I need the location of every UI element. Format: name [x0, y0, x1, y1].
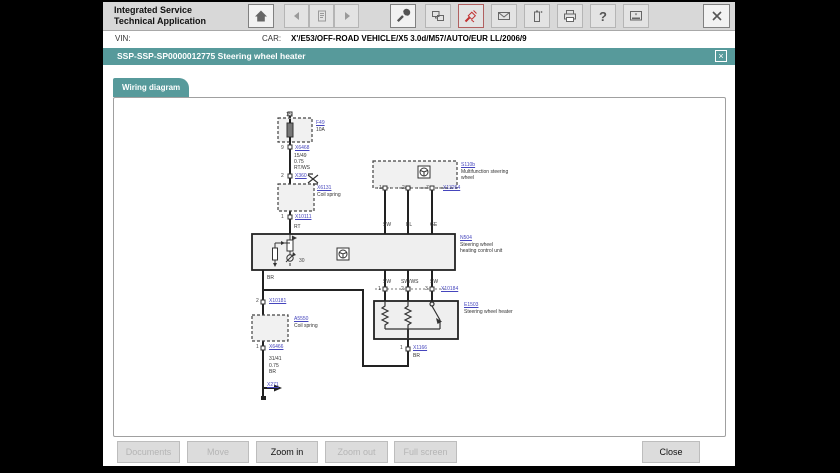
car-value: X'/E53/OFF-ROAD VEHICLE/X5 3.0d/M57/AUTO… — [291, 34, 527, 43]
close-app-button[interactable] — [703, 4, 730, 28]
wire-label: SW — [383, 222, 391, 228]
connector-link[interactable]: X6466 — [269, 344, 283, 350]
wire-label: BR — [269, 369, 276, 375]
home-button[interactable] — [248, 4, 274, 28]
printer-icon — [562, 8, 578, 24]
connection-icon — [430, 8, 446, 24]
heater-desc: Steering wheel heater — [464, 309, 513, 315]
fuse-top-pin: 15 — [286, 112, 292, 118]
close-button[interactable]: Close — [642, 441, 700, 463]
fuse-rating: 10A — [316, 127, 325, 133]
document-title-bar: SSP-SSP-SP0000012775 Steering wheel heat… — [103, 48, 735, 65]
full-screen-button: Full screen — [394, 441, 457, 463]
connector-link[interactable]: X360 — [295, 173, 307, 179]
display-button[interactable] — [623, 4, 649, 28]
pin-number: 2 — [401, 286, 404, 292]
wire-label: RT — [294, 224, 301, 230]
pin-number: 1 — [379, 185, 382, 191]
relay-pin-number: 30 — [299, 258, 305, 264]
vehicle-info-row: VIN: CAR: X'/E53/OFF-ROAD VEHICLE/X5 3.0… — [103, 31, 735, 47]
pin-number: 9 — [281, 145, 284, 151]
connector-link[interactable]: X10184 — [441, 286, 458, 292]
display-icon — [628, 8, 644, 24]
app-title-line1: Integrated Service — [114, 5, 192, 16]
break-label: Coil spring — [317, 192, 341, 198]
coil-spring-code-link[interactable]: A5550 — [294, 316, 308, 322]
back-button[interactable] — [284, 4, 309, 28]
document-close-button[interactable]: × — [715, 50, 727, 62]
break-connector-link[interactable]: X6131 — [317, 185, 331, 191]
wire-label: SW — [383, 279, 391, 285]
workshop-button[interactable] — [390, 4, 416, 28]
pin-number: 2 — [281, 173, 284, 179]
fuse-code-link[interactable]: F49 — [316, 120, 325, 126]
pin-number: 2 — [402, 185, 405, 191]
mfl-code-link[interactable]: S110b — [461, 162, 475, 168]
pin-number: 1 — [281, 214, 284, 220]
pin-number: 1 — [400, 345, 403, 351]
connector-link[interactable]: X1166 — [413, 345, 427, 351]
message-button[interactable] — [491, 4, 517, 28]
wire-label: GE — [430, 222, 437, 228]
forward-button[interactable] — [334, 4, 359, 28]
connection-button[interactable] — [425, 4, 451, 28]
control-unit-code-link[interactable]: N504 — [460, 235, 472, 241]
connection-error-icon — [463, 8, 479, 24]
wire-label: BR — [413, 353, 420, 359]
home-icon — [253, 8, 269, 24]
ground-link[interactable]: X271 — [267, 382, 279, 388]
car-label: CAR: — [262, 34, 281, 43]
pin-number: 1 — [378, 286, 381, 292]
wire-label: BR — [267, 275, 274, 281]
help-icon: ? — [599, 9, 607, 24]
ista-window: Integrated Service Technical Application — [103, 2, 735, 466]
move-button: Move — [187, 441, 249, 463]
back-icon — [289, 8, 305, 24]
header-bar: Integrated Service Technical Application — [103, 2, 735, 31]
connector-link[interactable]: X10181 — [269, 298, 286, 304]
pin-number: 2 — [256, 298, 259, 304]
tab-wiring-diagram[interactable]: Wiring diagram — [113, 78, 189, 97]
close-icon — [709, 8, 725, 24]
connector-link[interactable]: X13264 — [443, 185, 460, 191]
wire-label: 31/41 — [269, 356, 282, 362]
documents-button: Documents — [117, 441, 180, 463]
document-title: SSP-SSP-SP0000012775 Steering wheel heat… — [117, 48, 306, 65]
mfl-desc: wheel — [461, 175, 474, 181]
forward-icon — [339, 8, 355, 24]
print-button[interactable] — [557, 4, 583, 28]
wiring-diagram-svg — [113, 97, 726, 437]
heater-code-link[interactable]: E1503 — [464, 302, 478, 308]
pin-number: 1 — [256, 344, 259, 350]
coil-spring-label: Coil spring — [294, 323, 318, 329]
app-title-line2: Technical Application — [114, 16, 206, 27]
control-unit-desc: heating control unit — [460, 248, 502, 254]
wrench-icon — [395, 8, 411, 24]
mail-icon — [496, 8, 512, 24]
zoom-out-button: Zoom out — [325, 441, 388, 463]
document-button[interactable] — [309, 4, 334, 28]
battery-icon — [529, 8, 545, 24]
zoom-in-button[interactable]: Zoom in — [256, 441, 318, 463]
connector-link[interactable]: X6468 — [295, 145, 309, 151]
document-icon — [314, 8, 330, 24]
wire-label: RT/WS — [294, 165, 310, 171]
pin-number: 7 — [426, 185, 429, 191]
pin-number: 3 — [425, 286, 428, 292]
screen: Integrated Service Technical Application — [0, 0, 840, 473]
battery-button[interactable] — [524, 4, 550, 28]
wire-label: SW — [430, 279, 438, 285]
connector-link[interactable]: X10111 — [295, 214, 312, 220]
wire-label: BL — [406, 222, 412, 228]
vin-label: VIN: — [115, 34, 131, 43]
wire-label: SW/WS — [401, 279, 419, 285]
connection-error-button[interactable] — [458, 4, 484, 28]
help-button[interactable]: ? — [590, 4, 616, 28]
